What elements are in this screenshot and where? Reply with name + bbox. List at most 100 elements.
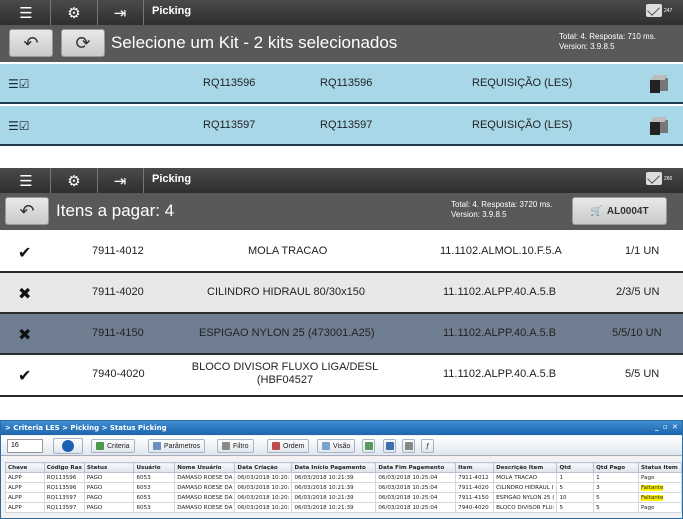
parametros-label: Parâmetros xyxy=(164,442,201,450)
table-row[interactable]: ALPP RQ113596 PAGO 6053 DAMASO ROESE DA 06/03… xyxy=(5,482,683,493)
table-cell: 06/03/2018 10:21:39 xyxy=(291,472,377,483)
mail-icon[interactable] xyxy=(646,4,662,17)
column-header[interactable]: Data Criação xyxy=(234,462,293,473)
status-badge: Faltante xyxy=(640,494,664,501)
table-cell: 1 xyxy=(556,472,595,483)
table-row[interactable]: ALPP RQ113597 PAGO 6053 DAMASO ROESE DA 06/03… xyxy=(5,492,683,503)
table-cell: 3 xyxy=(593,482,639,493)
item-qty: 5/5/10 UN xyxy=(612,327,662,339)
refresh-button[interactable]: ⟳ xyxy=(61,29,105,57)
ordem-button[interactable]: Ordem xyxy=(267,439,310,453)
criteria-icon xyxy=(96,442,104,450)
column-header[interactable]: Status Item xyxy=(637,462,683,473)
table-cell: Pago xyxy=(637,502,683,513)
item-desc: MOLA TRACAO xyxy=(248,245,328,257)
response-stats: Total: 4. Resposta: 3720 ms. Version: 3.… xyxy=(451,200,552,220)
kit-row[interactable]: ☰☑ RQ113596 RQ113596 REQUISIÇÃO (LES) xyxy=(0,64,683,104)
kit-header: ↶ ⟳ Selecione um Kit - 2 kits selecionad… xyxy=(0,25,683,62)
table-cell: 5 xyxy=(593,492,639,503)
column-header[interactable]: Código Ras xyxy=(43,462,85,473)
double-check-icon: ✔ xyxy=(18,243,32,262)
table-cell: PAGO xyxy=(83,472,135,483)
restore-icon[interactable]: ▫ xyxy=(663,423,668,431)
parameters-icon xyxy=(153,442,161,450)
stats-total: Total: 4. Resposta: 710 ms. xyxy=(559,32,656,41)
column-header[interactable]: Status xyxy=(83,462,135,473)
close-icon[interactable]: ✕ xyxy=(672,423,678,431)
item-row[interactable]: ✖ 7911-4150 ESPIGAO NYLON 25 (473001.A25… xyxy=(0,314,683,355)
ordem-label: Ordem xyxy=(283,442,305,450)
table-row[interactable]: ALPP RQ113597 PAGO 6053 DAMASO ROESE DA 06/03… xyxy=(5,502,683,513)
criteria-button[interactable]: Criteria xyxy=(91,439,135,453)
stats-total: Total: 4. Resposta: 3720 ms. xyxy=(451,200,553,209)
settings-gear-icon[interactable]: ⚙ xyxy=(64,3,84,22)
settings-gear-icon[interactable]: ⚙ xyxy=(64,171,84,190)
menu-icon[interactable]: ☰ xyxy=(16,171,36,190)
x-icon: ✖ xyxy=(18,284,32,303)
table-row[interactable]: ALPP RQ113596 PAGO 6053 DAMASO ROESE DA 06/03… xyxy=(5,472,683,483)
column-header[interactable]: Item xyxy=(455,462,495,473)
parametros-button[interactable]: Parâmetros xyxy=(148,439,206,453)
visao-button[interactable]: Visão xyxy=(317,439,356,453)
logout-icon[interactable]: ⇥ xyxy=(110,171,130,190)
window-title-bar: > Criteria LES > Picking > Status Pickin… xyxy=(1,421,682,435)
item-qty: 1/1 UN xyxy=(625,245,660,257)
logout-icon[interactable]: ⇥ xyxy=(110,3,130,22)
kit-req-code: RQ113596 xyxy=(203,77,256,89)
column-header[interactable]: Data Fim Pagamento xyxy=(375,462,457,473)
boxes-icon[interactable] xyxy=(648,73,670,95)
settings-button[interactable] xyxy=(402,439,415,453)
formula-button[interactable]: ƒ xyxy=(421,439,434,453)
column-header[interactable]: Data Início Pagamento xyxy=(291,462,377,473)
table-cell: 06/03/2018 10:25:04 xyxy=(375,502,457,513)
divider xyxy=(143,168,144,193)
boxes-icon[interactable] xyxy=(648,115,670,137)
table-cell: ALPP xyxy=(5,502,45,513)
item-code: 7911-4012 xyxy=(92,245,144,257)
criteria-label: Criteria xyxy=(107,442,130,450)
item-row[interactable]: ✔ 7940-4020 BLOCO DIVISOR FLUXO LIGA/DES… xyxy=(0,355,683,397)
refresh-icon: ⟳ xyxy=(75,32,91,54)
run-button[interactable] xyxy=(53,438,83,454)
kit-row[interactable]: ☰☑ RQ113597 RQ113597 REQUISIÇÃO (LES) xyxy=(0,106,683,146)
sort-icon xyxy=(272,442,280,450)
table-cell: RQ113597 xyxy=(43,492,85,503)
column-header[interactable]: Qtd xyxy=(556,462,595,473)
column-header[interactable]: Nome Usuário xyxy=(174,462,236,473)
cart-button[interactable]: 🛒 AL0004T xyxy=(572,197,667,225)
double-check-icon: ✔ xyxy=(18,366,32,385)
mail-count: 260 xyxy=(664,176,673,182)
minimize-icon[interactable]: _ xyxy=(655,423,659,431)
table-cell: 06/03/2018 10:21:39 xyxy=(291,502,377,513)
item-row[interactable]: ✔ 7911-4012 MOLA TRACAO 11.1102.ALMOL.10… xyxy=(0,232,683,273)
item-location: 11.1102.ALMOL.10.F.5.A xyxy=(440,245,562,257)
app-title: Picking xyxy=(152,5,192,17)
item-row[interactable]: ✖ 7911-4020 CILINDRO HIDRAUL 80/30x150 1… xyxy=(0,273,683,314)
column-header[interactable]: Qtd Pago xyxy=(593,462,639,473)
page-size-spinner[interactable]: 16 xyxy=(7,439,43,453)
back-button[interactable]: ↶ xyxy=(9,29,53,57)
table-cell: Pago xyxy=(637,472,683,483)
filtro-button[interactable]: Filtro xyxy=(217,439,254,453)
column-header[interactable]: Descrição Item xyxy=(493,462,558,473)
column-header[interactable]: Chave xyxy=(5,462,45,473)
export-button[interactable] xyxy=(362,439,375,453)
picking-topbar: ☰ ⚙ ⇥ Picking 247 xyxy=(0,0,683,25)
column-header[interactable]: Usuário xyxy=(133,462,176,473)
status-grid: Chave Código Ras Status Usuário Nome Usu… xyxy=(5,462,683,513)
mail-icon[interactable] xyxy=(646,172,662,185)
divider xyxy=(50,168,51,193)
menu-icon[interactable]: ☰ xyxy=(16,3,36,22)
table-cell: 06/03/2018 10:21:39 xyxy=(291,492,377,503)
table-cell: 7911-4012 xyxy=(455,472,495,483)
table-cell: 06/03/2018 10:25:04 xyxy=(375,492,457,503)
table-cell: PAGO xyxy=(83,482,135,493)
settings-icon xyxy=(404,442,413,450)
save-button[interactable] xyxy=(383,439,396,453)
divider xyxy=(143,0,144,25)
status-picking-window: > Criteria LES > Picking > Status Pickin… xyxy=(0,420,683,519)
table-cell: Faltante xyxy=(637,492,683,503)
filter-icon xyxy=(222,442,230,450)
back-button[interactable]: ↶ xyxy=(5,197,49,225)
item-code: 7911-4150 xyxy=(92,327,144,339)
